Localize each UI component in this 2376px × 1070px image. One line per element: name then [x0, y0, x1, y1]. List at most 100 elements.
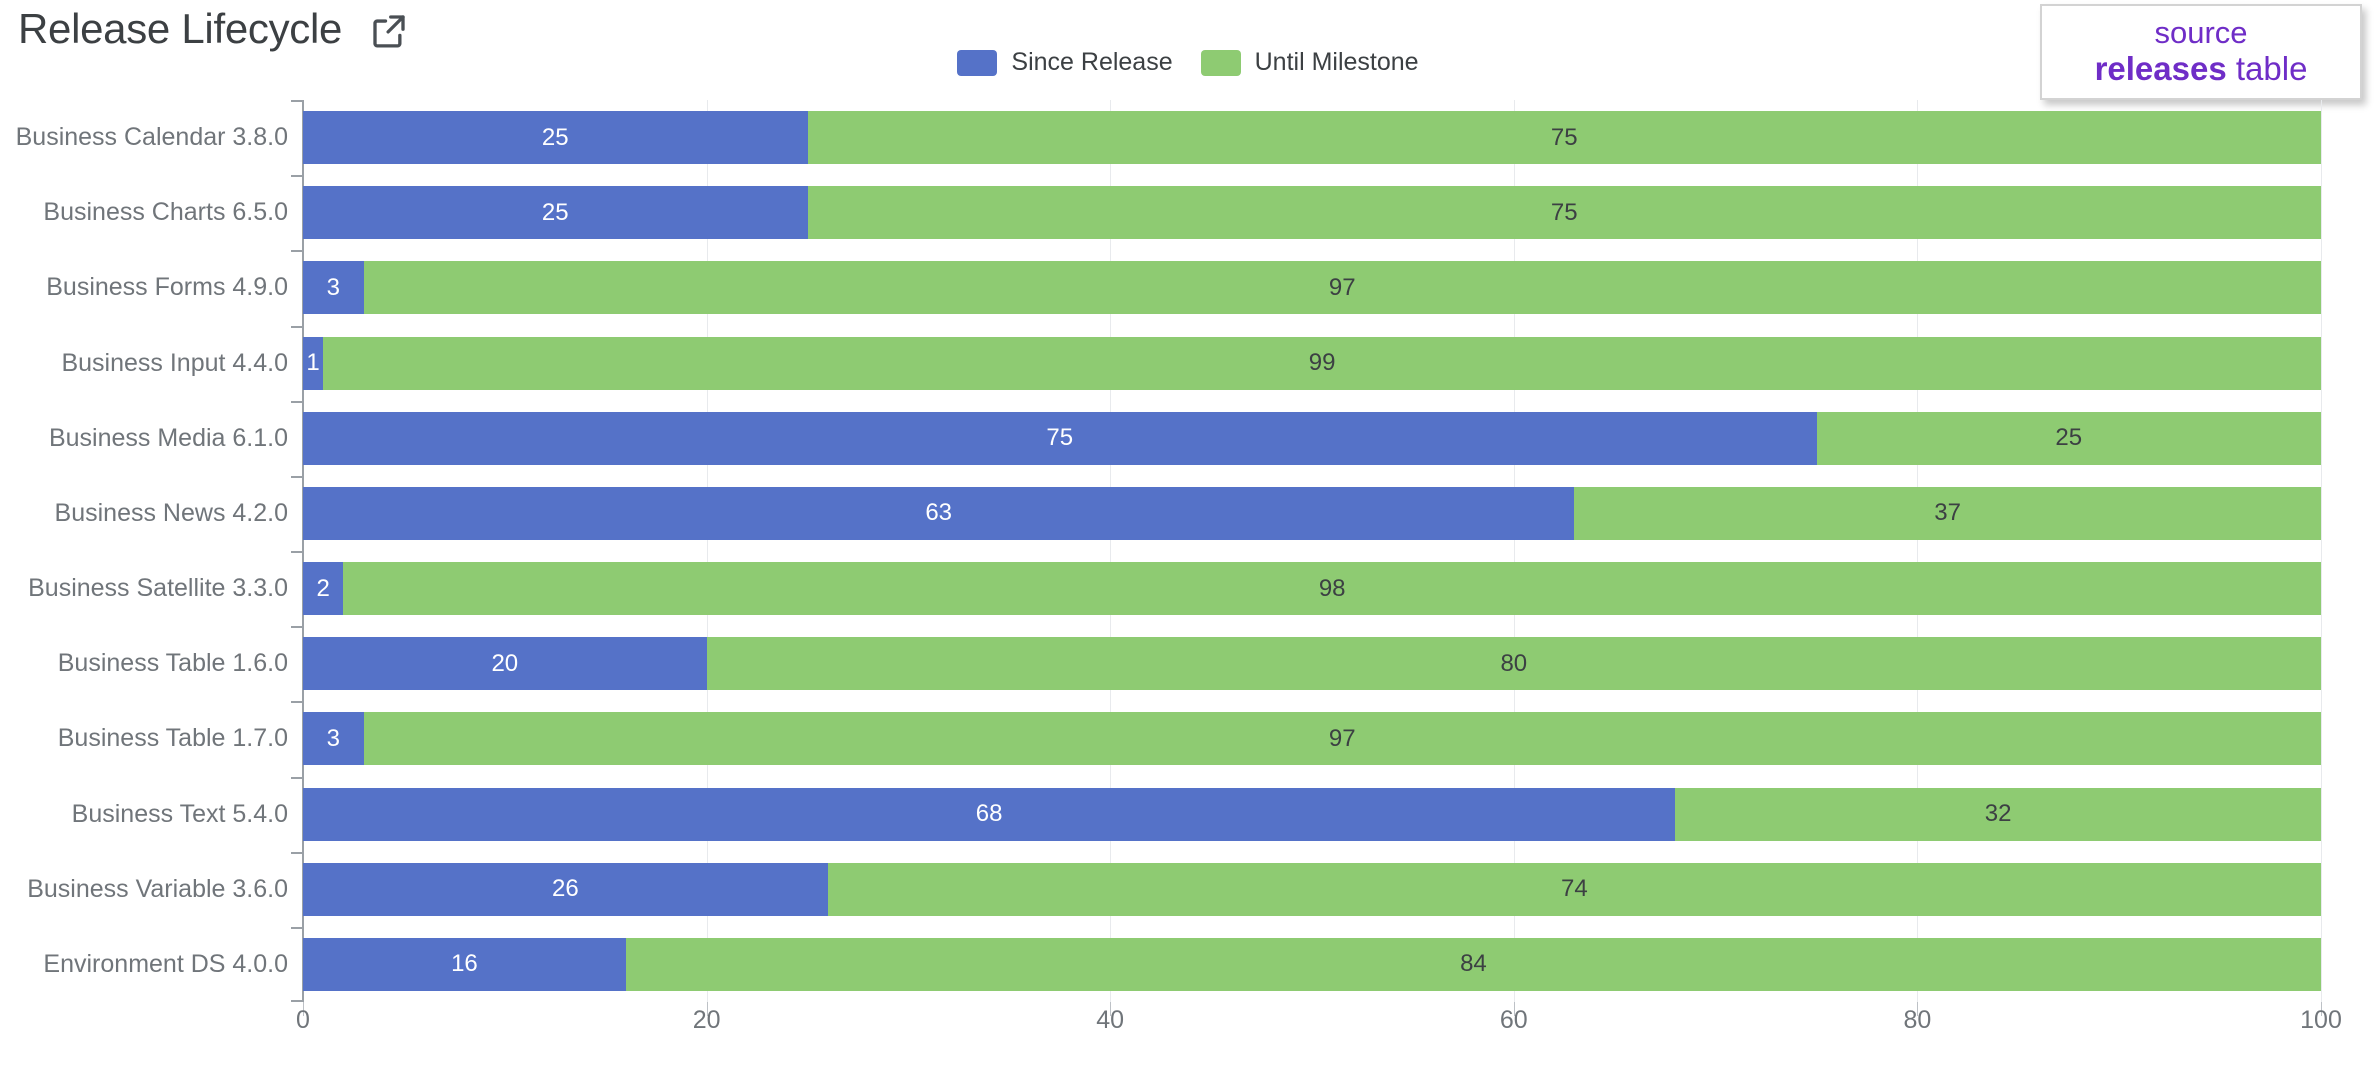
bar-row[interactable]: 2 98	[303, 562, 2321, 616]
y-axis-tick	[291, 852, 303, 854]
x-axis-tick-label: 80	[1903, 1006, 1932, 1034]
y-axis-category-label: Business Variable 3.6.0	[27, 874, 288, 903]
plot-area: 25 75 25 75 3 97 1 99 75 25 63 37 2 98 20 80 3 97 68 32 26 74…	[291, 100, 2322, 1016]
bar-segment-until-milestone[interactable]: 32	[1675, 787, 2321, 841]
source-badge-line-1: source	[2154, 15, 2248, 51]
bar-segment-since-release[interactable]: 3	[303, 712, 364, 766]
bar-row[interactable]: 25 75	[303, 111, 2321, 165]
bar-segment-since-release[interactable]: 63	[303, 486, 1575, 540]
x-axis-tick-label: 20	[692, 1006, 721, 1034]
y-axis-category-label: Business Satellite 3.3.0	[28, 574, 288, 603]
bar-segment-since-release[interactable]: 25	[303, 111, 808, 165]
gridline	[2321, 100, 2322, 1002]
bar-segment-until-milestone[interactable]: 25	[1816, 411, 2321, 465]
bar-segment-until-milestone[interactable]: 99	[323, 336, 2321, 390]
page-title: Release Lifecycle	[18, 5, 343, 52]
source-badge-line-2: releases table	[2094, 49, 2308, 88]
y-axis-tick	[291, 701, 303, 703]
bar-value-label: 25	[2055, 424, 2083, 452]
bar-segment-until-milestone[interactable]: 75	[807, 111, 2321, 165]
bar-row[interactable]: 26 74	[303, 862, 2321, 916]
y-axis-tick	[291, 175, 303, 177]
bar-row[interactable]: 3 97	[303, 712, 2321, 766]
bar-row[interactable]: 1 99	[303, 336, 2321, 390]
y-axis-category-label: Business Calendar 3.8.0	[15, 123, 288, 152]
source-badge-table-name: releases	[2094, 49, 2227, 87]
bar-segment-since-release[interactable]: 75	[303, 411, 1817, 465]
y-axis-tick	[291, 476, 303, 478]
y-axis-category-label: Business Charts 6.5.0	[43, 198, 288, 227]
x-axis-tick-label: 0	[296, 1006, 310, 1034]
bar-value-label: 37	[1934, 499, 1961, 527]
y-axis-category-label: Business Table 1.6.0	[57, 649, 288, 678]
bar-segment-until-milestone[interactable]: 84	[625, 937, 2321, 991]
bar-segment-since-release[interactable]: 16	[303, 937, 626, 991]
bar-value-label: 3	[326, 273, 340, 301]
source-table-badge: source releases table	[2040, 4, 2362, 100]
bar-segment-until-milestone[interactable]: 75	[807, 186, 2321, 240]
x-axis-tick-label: 40	[1096, 1006, 1125, 1034]
y-axis-category-label: Business Media 6.1.0	[48, 423, 288, 452]
bar-row[interactable]: 20 80	[303, 637, 2321, 691]
bar-segment-until-milestone[interactable]: 74	[827, 862, 2321, 916]
y-axis-tick	[291, 777, 303, 779]
bar-value-label: 97	[1328, 273, 1356, 301]
legend-item-since-release[interactable]: Since Release	[957, 48, 1173, 77]
bar-segment-since-release[interactable]: 26	[303, 862, 828, 916]
y-axis-category-label: Business Text 5.4.0	[71, 799, 288, 828]
legend-swatch-until-milestone	[1200, 49, 1241, 76]
bar-value-label: 75	[1046, 424, 1074, 452]
y-axis-labels: Business Calendar 3.8.0 Business Charts 6…	[0, 100, 288, 1002]
bar-row[interactable]: 16 84	[303, 937, 2321, 991]
y-axis-tick	[291, 626, 303, 628]
bar-rows: 25 75 25 75 3 97 1 99 75 25 63 37 2 98 20 80 3 97 68 32 26 74…	[303, 100, 2321, 1002]
legend-label-until-milestone: Until Milestone	[1254, 48, 1419, 76]
bar-value-label: 98	[1318, 574, 1346, 602]
bar-segment-since-release[interactable]: 68	[303, 787, 1676, 841]
bar-value-label: 75	[1550, 123, 1578, 151]
chart-legend: Since Release Until Milestone	[0, 48, 2376, 77]
bar-row[interactable]: 75 25	[303, 411, 2321, 465]
external-link-icon[interactable]	[368, 10, 410, 52]
bar-segment-until-milestone[interactable]: 80	[706, 637, 2321, 691]
bar-value-label: 25	[541, 198, 569, 226]
bar-value-label: 32	[1984, 800, 2012, 828]
bar-value-label: 75	[1550, 198, 1578, 226]
bar-row[interactable]: 63 37	[303, 486, 2321, 540]
y-axis-tick	[291, 326, 303, 328]
bar-segment-until-milestone[interactable]: 97	[363, 712, 2321, 766]
y-axis-tick	[291, 551, 303, 553]
bar-value-label: 16	[451, 950, 478, 978]
y-axis-tick	[291, 250, 303, 252]
legend-item-until-milestone[interactable]: Until Milestone	[1200, 48, 1419, 77]
bar-segment-since-release[interactable]: 20	[303, 637, 707, 691]
legend-swatch-since-release	[957, 49, 998, 76]
bar-value-label: 26	[551, 875, 579, 903]
x-axis-labels: 0 20 40 60 80 100	[296, 1006, 2342, 1054]
chart-header: Release Lifecycle	[18, 6, 410, 52]
bar-value-label: 80	[1500, 649, 1528, 677]
bar-segment-since-release[interactable]: 3	[303, 261, 364, 315]
bar-segment-until-milestone[interactable]: 37	[1574, 486, 2321, 540]
bar-value-label: 74	[1560, 875, 1588, 903]
y-axis-category-label: Business News 4.2.0	[54, 498, 288, 527]
bar-segment-since-release[interactable]: 1	[303, 336, 324, 390]
legend-label-since-release: Since Release	[1011, 48, 1173, 76]
bar-row[interactable]: 68 32	[303, 787, 2321, 841]
bar-segment-since-release[interactable]: 25	[303, 186, 808, 240]
source-badge-table-word: table	[2226, 49, 2308, 87]
bar-value-label: 97	[1328, 724, 1356, 752]
y-axis-tick	[291, 401, 303, 403]
bar-segment-since-release[interactable]: 2	[303, 562, 344, 616]
bar-segment-until-milestone[interactable]: 98	[343, 562, 2321, 616]
bar-value-label: 3	[326, 724, 340, 752]
y-axis-tick	[291, 927, 303, 929]
y-axis-category-label: Business Table 1.7.0	[57, 724, 288, 753]
bar-value-label: 20	[491, 649, 519, 677]
bar-value-label: 25	[541, 123, 569, 151]
bar-value-label: 1	[306, 349, 320, 377]
bar-row[interactable]: 3 97	[303, 261, 2321, 315]
bar-row[interactable]: 25 75	[303, 186, 2321, 240]
bar-value-label: 2	[316, 574, 330, 602]
bar-segment-until-milestone[interactable]: 97	[363, 261, 2321, 315]
